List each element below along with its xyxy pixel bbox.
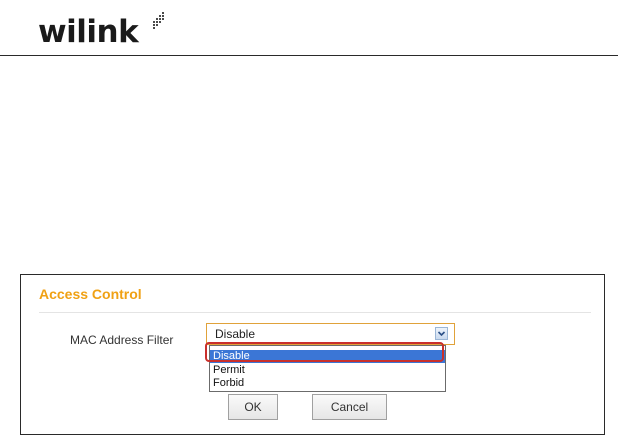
panel-divider [39,312,591,313]
chevron-down-icon[interactable] [435,327,448,340]
access-control-panel: Access Control MAC Address Filter Disabl… [20,274,605,435]
mac-filter-selected-value: Disable [215,327,256,341]
dropdown-option-forbid[interactable]: Forbid [210,377,445,390]
mac-filter-label: MAC Address Filter [70,333,174,347]
logo-text: wilink [38,14,139,50]
logo-dots-icon [153,12,164,29]
header-divider [0,55,618,56]
highlight-annotation-ring [205,342,444,362]
ok-button[interactable]: OK [228,394,278,420]
cancel-button[interactable]: Cancel [312,394,387,420]
panel-title: Access Control [39,286,142,302]
dropdown-option-permit[interactable]: Permit [210,364,445,377]
